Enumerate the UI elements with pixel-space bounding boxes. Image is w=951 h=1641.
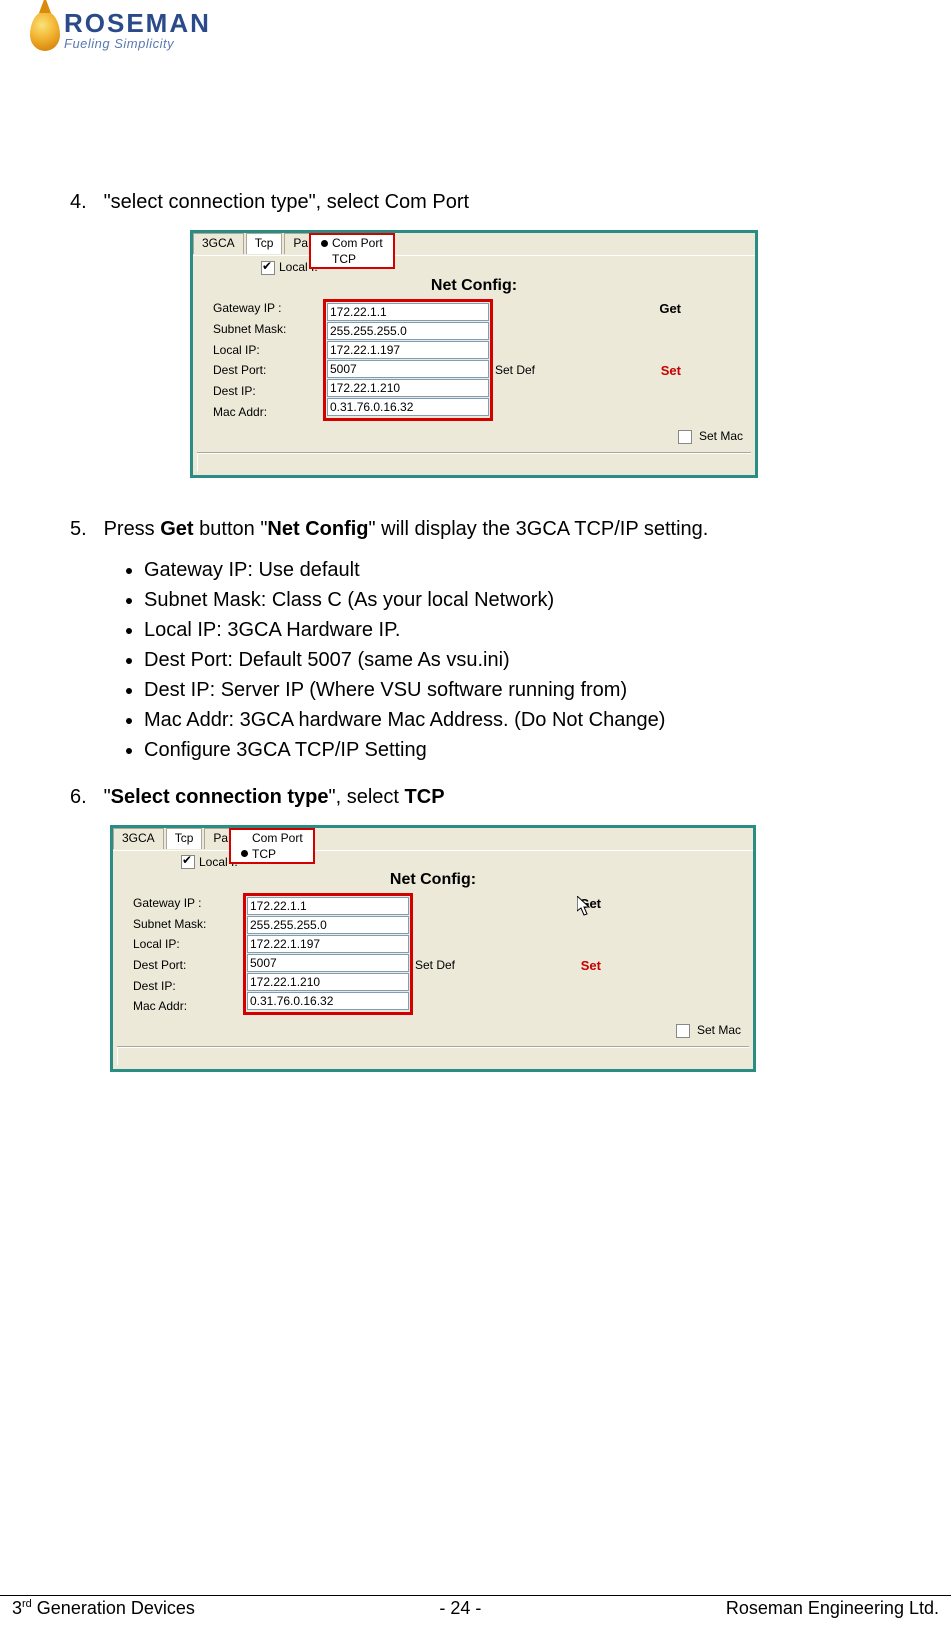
step-4: 4. "select connection type", select Com … bbox=[70, 191, 901, 214]
local-checkbox[interactable] bbox=[261, 261, 275, 275]
label-destport: Dest Port: bbox=[213, 363, 321, 377]
tab-3gca[interactable]: 3GCA bbox=[193, 233, 244, 254]
dest-ip-field[interactable]: 172.22.1.210 bbox=[327, 379, 489, 397]
dest-ip-field[interactable]: 172.22.1.210 bbox=[247, 973, 409, 991]
label-destip: Dest IP: bbox=[213, 384, 321, 398]
get-button[interactable]: Get bbox=[587, 301, 697, 316]
footer-center: - 24 - bbox=[439, 1598, 481, 1619]
step-5-bullets: Gateway IP: Use default Subnet Mask: Cla… bbox=[144, 557, 901, 764]
step-6: 6. "Select connection type", select TCP bbox=[70, 786, 901, 809]
label-destport: Dest Port: bbox=[133, 958, 241, 972]
tab-tcp[interactable]: Tcp bbox=[166, 828, 203, 849]
set-mac-checkbox[interactable] bbox=[678, 430, 692, 444]
local-checkbox[interactable] bbox=[181, 855, 195, 869]
bullet-item: Local IP: 3GCA Hardware IP. bbox=[144, 617, 901, 644]
label-localip: Local IP: bbox=[213, 343, 321, 357]
tab-3gca[interactable]: 3GCA bbox=[113, 828, 164, 849]
status-bar bbox=[117, 1046, 749, 1065]
radio-icon bbox=[321, 256, 328, 263]
bullet-item: Dest IP: Server IP (Where VSU software r… bbox=[144, 677, 901, 704]
footer-left: 3rd Generation Devices bbox=[12, 1598, 195, 1619]
step-4-number: 4. bbox=[70, 191, 98, 214]
set-button[interactable]: Set bbox=[587, 363, 697, 378]
label-localip: Local IP: bbox=[133, 937, 241, 951]
bullet-item: Subnet Mask: Class C (As your local Netw… bbox=[144, 587, 901, 614]
logo-brand: ROSEMAN bbox=[64, 10, 211, 36]
logo-drop-icon bbox=[30, 11, 60, 51]
step-6-text-d: TCP bbox=[405, 786, 445, 808]
label-mac: Mac Addr: bbox=[133, 999, 241, 1013]
step-5-number: 5. bbox=[70, 518, 98, 541]
mac-addr-field[interactable]: 0.31.76.0.16.32 bbox=[247, 992, 409, 1010]
radio-icon bbox=[241, 834, 248, 841]
connection-type-dropdown[interactable]: Com Port TCP bbox=[309, 233, 395, 269]
mac-addr-field[interactable]: 0.31.76.0.16.32 bbox=[327, 398, 489, 416]
radio-selected-icon bbox=[321, 240, 328, 247]
subnet-mask-field[interactable]: 255.255.255.0 bbox=[247, 916, 409, 934]
step-4-text-b: Com Port bbox=[385, 191, 469, 213]
set-def-label[interactable]: Set Def bbox=[495, 363, 585, 377]
step-6-number: 6. bbox=[70, 786, 98, 809]
status-bar bbox=[197, 452, 751, 471]
company-logo: ROSEMAN Fueling Simplicity bbox=[30, 10, 921, 51]
step-5-text-c: button " bbox=[194, 518, 268, 540]
bullet-item: Mac Addr: 3GCA hardware Mac Address. (Do… bbox=[144, 707, 901, 734]
step-5-text-a: Press bbox=[104, 518, 161, 540]
step-5-text-e: " will display the 3GCA TCP/IP setting. bbox=[369, 518, 709, 540]
set-def-label[interactable]: Set Def bbox=[415, 958, 505, 972]
label-gateway: Gateway IP : bbox=[133, 896, 241, 910]
gateway-ip-field[interactable]: 172.22.1.1 bbox=[247, 897, 409, 915]
step-5: 5. Press Get button "Net Config" will di… bbox=[70, 518, 901, 541]
subnet-mask-field[interactable]: 255.255.255.0 bbox=[327, 322, 489, 340]
label-subnet: Subnet Mask: bbox=[133, 917, 241, 931]
step-5-text-b: Get bbox=[160, 518, 193, 540]
bullet-item: Gateway IP: Use default bbox=[144, 557, 901, 584]
step-6-text-c: ", select bbox=[329, 786, 405, 808]
gateway-ip-field[interactable]: 172.22.1.1 bbox=[327, 303, 489, 321]
net-config-panel-tcp: 3GCA Tcp Pa Com Port TCP Local I. Net Co… bbox=[110, 825, 756, 1073]
input-group-highlight: 172.22.1.1 255.255.255.0 172.22.1.197 50… bbox=[323, 299, 493, 421]
bullet-item: Dest Port: Default 5007 (same As vsu.ini… bbox=[144, 647, 901, 674]
dest-port-field[interactable]: 5007 bbox=[247, 954, 409, 972]
connection-type-dropdown[interactable]: Com Port TCP bbox=[229, 828, 315, 864]
get-button[interactable]: Get bbox=[507, 896, 617, 911]
dropdown-option-tcp[interactable]: TCP bbox=[311, 251, 393, 267]
dest-port-field[interactable]: 5007 bbox=[327, 360, 489, 378]
label-destip: Dest IP: bbox=[133, 979, 241, 993]
tab-tcp[interactable]: Tcp bbox=[246, 233, 283, 254]
set-mac-checkbox[interactable] bbox=[676, 1024, 690, 1038]
set-button[interactable]: Set bbox=[507, 958, 617, 973]
radio-selected-icon bbox=[241, 850, 248, 857]
dropdown-option-comport[interactable]: Com Port bbox=[311, 235, 393, 251]
label-mac: Mac Addr: bbox=[213, 405, 321, 419]
step-6-text-a: " bbox=[104, 786, 111, 808]
page-footer: 3rd Generation Devices - 24 - Roseman En… bbox=[0, 1595, 951, 1619]
step-4-text-a: "select connection type", select bbox=[104, 191, 385, 213]
tab-bar: 3GCA Tcp Pa Com Port TCP bbox=[113, 828, 753, 851]
local-ip-field[interactable]: 172.22.1.197 bbox=[327, 341, 489, 359]
net-config-heading: Net Config: bbox=[193, 277, 755, 295]
dropdown-option-tcp[interactable]: TCP bbox=[231, 846, 313, 862]
set-mac-label: Set Mac bbox=[699, 429, 743, 443]
tab-bar: 3GCA Tcp Pa Com Port TCP bbox=[193, 233, 755, 256]
net-config-panel-comport: 3GCA Tcp Pa Com Port TCP Local I. Net Co… bbox=[190, 230, 758, 478]
dropdown-option-comport[interactable]: Com Port bbox=[231, 830, 313, 846]
label-subnet: Subnet Mask: bbox=[213, 322, 321, 336]
input-group-highlight: 172.22.1.1 255.255.255.0 172.22.1.197 50… bbox=[243, 893, 413, 1015]
local-ip-field[interactable]: 172.22.1.197 bbox=[247, 935, 409, 953]
step-5-text-d: Net Config bbox=[267, 518, 368, 540]
logo-tagline: Fueling Simplicity bbox=[64, 36, 211, 51]
step-6-text-b: Select connection type bbox=[111, 786, 329, 808]
footer-right: Roseman Engineering Ltd. bbox=[726, 1598, 939, 1619]
bullet-item: Configure 3GCA TCP/IP Setting bbox=[144, 737, 901, 764]
set-mac-label: Set Mac bbox=[697, 1023, 741, 1037]
label-gateway: Gateway IP : bbox=[213, 301, 321, 315]
net-config-heading: Net Config: bbox=[113, 871, 753, 889]
